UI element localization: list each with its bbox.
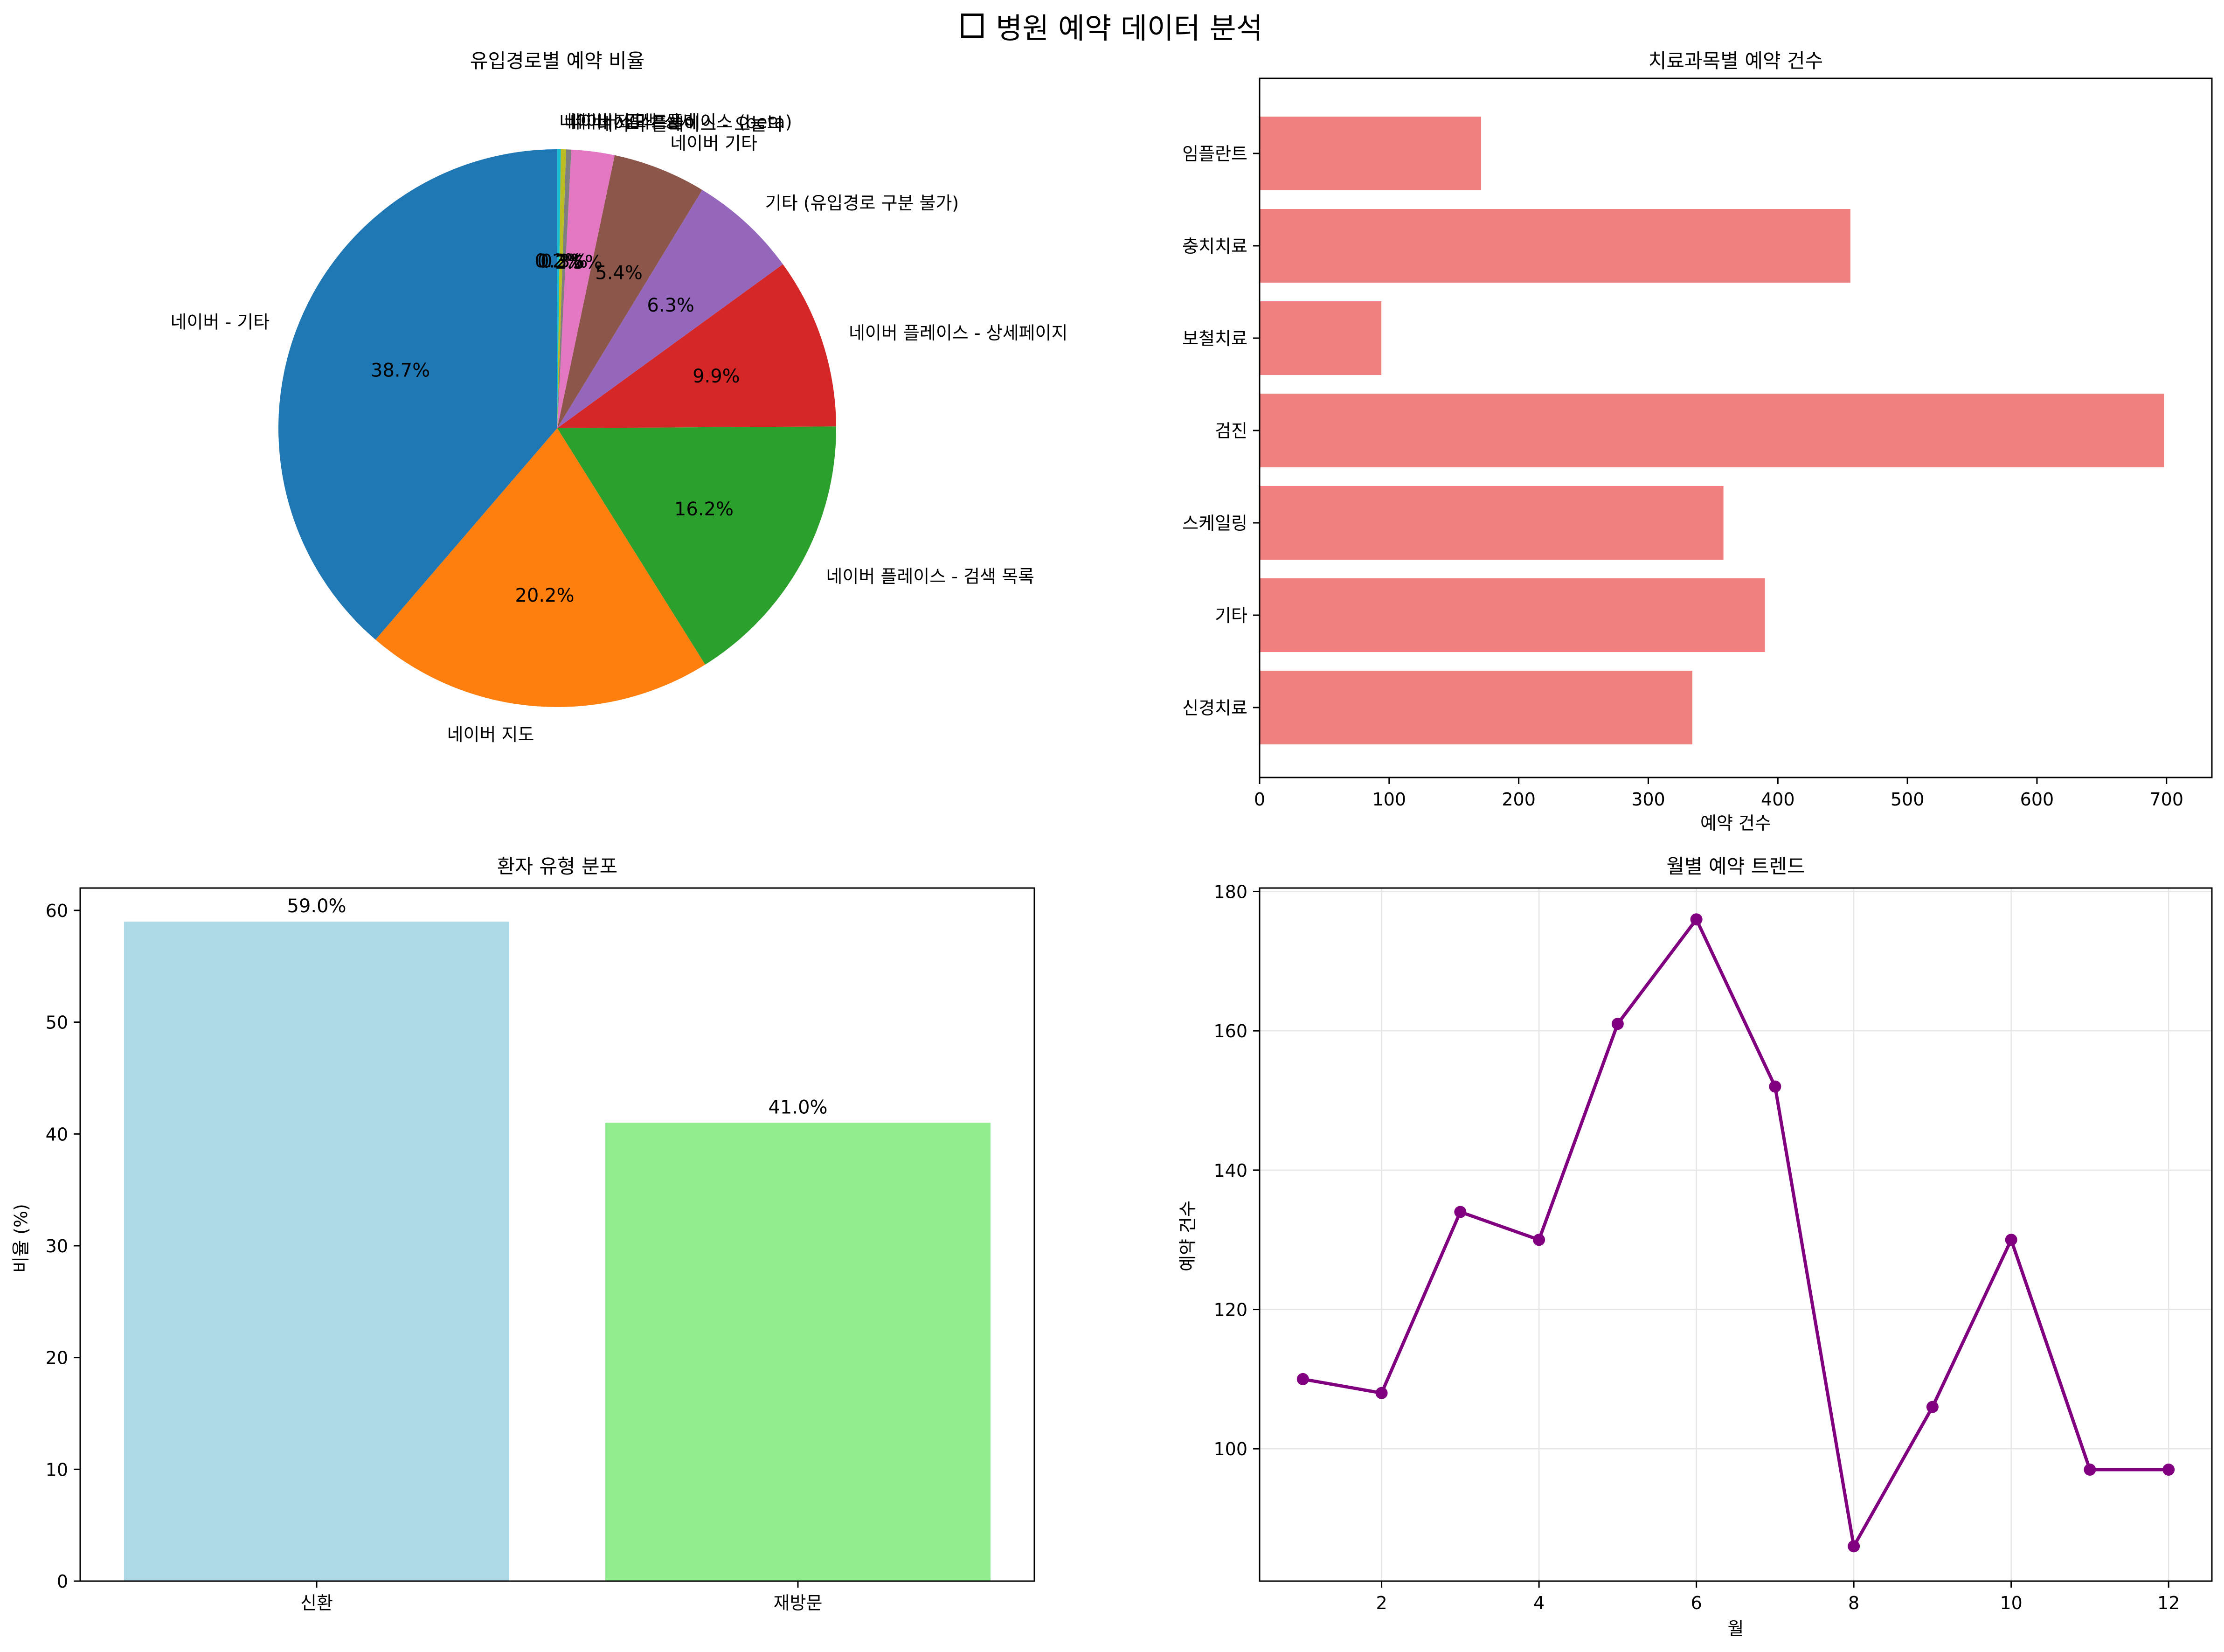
line-x-tick-label: 12 (2157, 1593, 2180, 1613)
line-x-tick-label: 4 (1533, 1593, 1545, 1613)
hbar-bar (1260, 209, 1850, 283)
pie-pct-label: 20.2% (515, 585, 574, 606)
hbar-bar (1260, 578, 1765, 652)
line-point (2162, 1464, 2175, 1476)
pie-pct-label: 16.2% (674, 499, 734, 520)
pie-chart-title: 유입경로별 예약 비율 (470, 49, 644, 72)
hbar-x-tick-label: 700 (2149, 789, 2183, 810)
hbar-bar (1260, 117, 1482, 190)
hbar-x-tick-label: 100 (1372, 789, 1406, 810)
pie-slice-label: 네이버 지도 - 상세 (559, 111, 697, 132)
vbar-y-tick-label: 50 (46, 1013, 68, 1033)
line-x-axis-label: 월 (1728, 1618, 1744, 1639)
hbar-y-tick-label: 기타 (1215, 605, 1247, 626)
hbar-x-axis-label: 예약 건수 (1700, 813, 1771, 833)
pie-slice-label: 네이버 플레이스 - 상세페이지 (849, 323, 1067, 343)
vbar-y-tick-label: 60 (46, 901, 68, 921)
hbar-y-tick-label: 임플란트 (1182, 144, 1247, 164)
pie-chart-panel: 유입경로별 예약 비율 38.7% 네이버 - 기타 20.2% 네이버 지도 16.2… (171, 49, 1068, 745)
line-y-tick-label: 140 (1213, 1160, 1247, 1181)
hbar-y-tick-label: 스케일링 (1182, 513, 1247, 534)
vbar-value-label: 59.0% (287, 895, 346, 917)
hbar-x-tick-label: 500 (1891, 789, 1925, 810)
vbar-y-tick-label: 30 (46, 1236, 68, 1256)
vbar-chart-panel: 환자 유형 분포 59.0% 41.0% 신환 재방문 0 10 20 30 40 50 60 비… (11, 855, 1035, 1613)
line-point (1296, 1373, 1309, 1385)
pie-pct-label: 38.7% (371, 360, 430, 381)
line-x-tick-label: 8 (1848, 1593, 1859, 1613)
line-point (1690, 913, 1703, 926)
hbar-bar (1260, 394, 2164, 467)
line-y-tick-label: 160 (1213, 1021, 1247, 1041)
pie-slice-label: 네이버 기타 (670, 133, 757, 153)
vbar-bar (124, 921, 509, 1581)
vbar-x-tick-label: 재방문 (774, 1593, 823, 1613)
pie-pct-label: 6.3% (647, 295, 694, 316)
vbar-bar (605, 1123, 991, 1581)
vbar-y-tick-label: 0 (57, 1571, 68, 1592)
pie-pct-label: 0.2% (534, 250, 582, 272)
hbar-y-tick-label: 신경치료 (1182, 698, 1247, 718)
pie-pct-label: 9.9% (693, 366, 740, 387)
hbar-x-tick-label: 400 (1761, 789, 1795, 810)
line-point (1769, 1080, 1781, 1093)
vbar-chart-title: 환자 유형 분포 (497, 855, 618, 878)
line-y-tick-label: 180 (1213, 882, 1247, 902)
line-y-tick-label: 120 (1213, 1300, 1247, 1320)
line-point (1375, 1387, 1388, 1399)
vbar-y-tick-label: 10 (46, 1459, 68, 1480)
hbar-x-tick-label: 200 (1502, 789, 1536, 810)
hbar-bars (1260, 117, 2164, 744)
line-x-tick-label: 10 (2000, 1593, 2022, 1613)
vbar-y-axis-label: 비율 (%) (11, 1204, 31, 1273)
hbar-y-tick-label: 보철치료 (1182, 328, 1247, 349)
line-point (1533, 1234, 1545, 1246)
vbar-y-tick-label: 20 (46, 1348, 68, 1368)
line-chart-title: 월별 예약 트렌드 (1666, 855, 1805, 878)
hbar-x-tick-label: 0 (1254, 789, 1265, 810)
line-frame (1259, 887, 2213, 1582)
line-y-axis-label: 예약 건수 (1178, 1201, 1198, 1271)
line-point (1611, 1018, 1624, 1030)
vbar-y-tick-label: 40 (46, 1124, 68, 1145)
line-x-tick-label: 2 (1376, 1593, 1387, 1613)
line-axes: 2 4 6 8 10 12 100 120 140 160 180 (1213, 882, 2213, 1613)
line-point (1926, 1401, 1939, 1413)
line-grid (1260, 888, 2212, 1581)
vbar-value-label: 41.0% (768, 1097, 827, 1118)
pie-slices (278, 149, 836, 707)
line-y-tick-label: 100 (1213, 1439, 1247, 1459)
line-point (1454, 1206, 1467, 1218)
hbar-bar (1260, 301, 1382, 375)
hbar-chart-title: 치료과목별 예약 건수 (1649, 49, 1823, 72)
pie-slice-label: 네이버 플레이스 - 검색 목록 (826, 566, 1034, 587)
hbar-y-tick-label: 충치치료 (1182, 236, 1247, 257)
vbar-x-tick-label: 신환 (300, 1593, 333, 1613)
line-point (2084, 1464, 2096, 1476)
hbar-y-tick-label: 검진 (1215, 421, 1247, 441)
hbar-bar (1260, 671, 1692, 744)
hbar-chart-panel: 치료과목별 예약 건수 신경치료 기타 스케일링 검진 보철치료 충치치료 임플란트 0 100… (1182, 49, 2213, 833)
hbar-x-tick-label: 600 (2020, 789, 2054, 810)
hbar-bar (1260, 486, 1724, 560)
line-point (2005, 1234, 2017, 1246)
hbar-x-tick-label: 300 (1631, 789, 1665, 810)
line-point (1848, 1540, 1860, 1553)
pie-slice-label: 네이버 - 기타 (171, 312, 270, 332)
pie-slice-label: 네이버 지도 (447, 724, 534, 745)
pie-slice-label: 기타 (유입경로 구분 불가) (765, 193, 959, 213)
line-chart-panel: 월별 예약 트렌드 2 4 6 8 10 12 100 120 140 160 180 월 예약 건… (1178, 855, 2213, 1639)
vbar-bars: 59.0% 41.0% (124, 895, 991, 1581)
line-series (1296, 913, 2175, 1553)
figure-canvas: 유입경로별 예약 비율 38.7%네이버 - 기타20.2%네이버 지도16.2… (11, 49, 2213, 1639)
line-series-path (1303, 917, 2169, 1548)
line-x-tick-label: 6 (1691, 1593, 1702, 1613)
